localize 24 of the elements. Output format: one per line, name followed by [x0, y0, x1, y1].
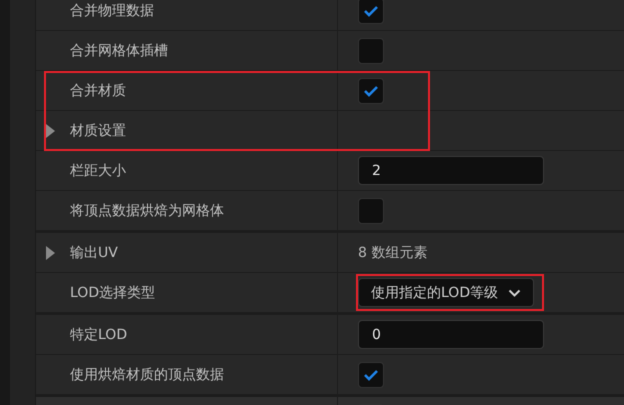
property-label: 栏距大小: [70, 162, 126, 180]
property-label: 输出UV: [70, 244, 118, 262]
chevron-down-icon: [508, 288, 522, 296]
property-label: 特定LOD: [70, 326, 128, 344]
array-count: 8 数组元素: [358, 244, 428, 262]
number-field[interactable]: 2: [358, 156, 544, 185]
checkbox[interactable]: [358, 362, 384, 388]
checkmark-icon: [363, 84, 379, 96]
property-label: 使用烘焙材质的顶点数据: [70, 366, 224, 384]
property-label: 将顶点数据烘焙为网格体: [70, 202, 224, 220]
checkbox[interactable]: [358, 38, 384, 64]
property-label: 合并网格体插槽: [70, 42, 168, 60]
expand-arrow-icon[interactable]: [46, 124, 55, 138]
property-label: 合并物理数据: [70, 2, 154, 20]
checkmark-icon: [363, 368, 379, 380]
checkbox[interactable]: [358, 78, 384, 104]
property-label: LOD选择类型: [70, 284, 156, 302]
expand-arrow-icon[interactable]: [46, 246, 55, 260]
number-field[interactable]: 0: [358, 320, 544, 349]
checkmark-icon: [363, 4, 379, 16]
checkbox[interactable]: [358, 0, 384, 24]
checkbox[interactable]: [358, 198, 384, 224]
property-label: 材质设置: [70, 122, 126, 140]
property-label: 合并材质: [70, 82, 126, 100]
